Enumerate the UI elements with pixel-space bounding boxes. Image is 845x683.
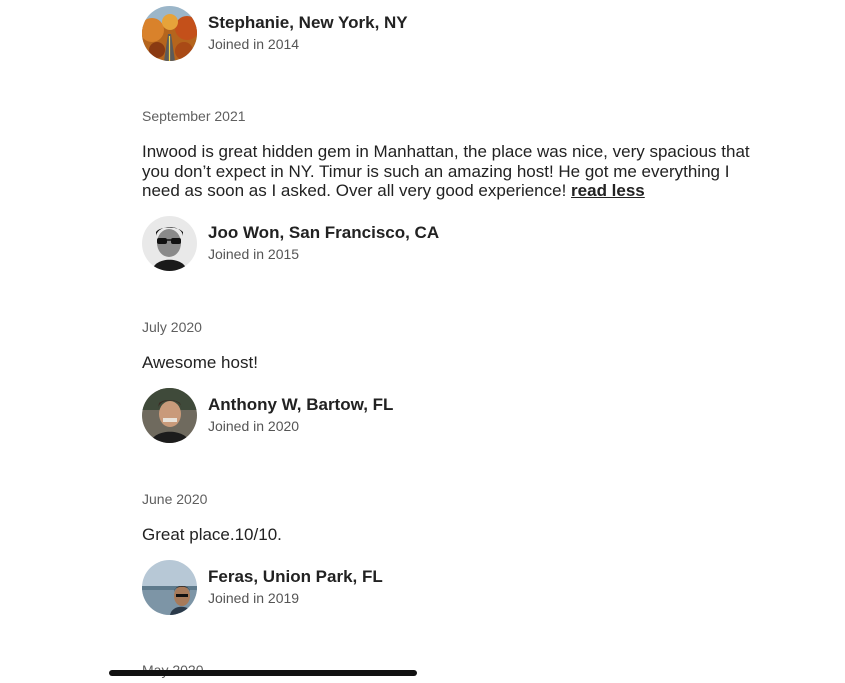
reviewer-name: Feras, Union Park, FL: [208, 567, 383, 586]
review-date: September 2021: [142, 108, 246, 124]
review-date: July 2020: [142, 319, 202, 335]
man-portrait-photo-icon: [142, 387, 197, 443]
reviewer-joined-date: Joined in 2020: [208, 418, 300, 434]
man-sunglasses-photo-icon: [142, 215, 197, 271]
home-indicator[interactable]: [109, 670, 417, 676]
reviews-page: Stephanie, New York, NY Joined in 2014 S…: [0, 0, 845, 683]
reviewer-joined-date: Joined in 2015: [208, 246, 300, 262]
review-text: Awesome host!: [142, 353, 258, 372]
review-text-content: Inwood is great hidden gem in Manhattan,…: [142, 142, 750, 200]
reviewer-feras[interactable]: Feras, Union Park, FL Joined in 2019: [142, 559, 383, 615]
man-sea-photo-icon: [142, 559, 197, 615]
reviewer-name: Joo Won, San Francisco, CA: [208, 223, 440, 242]
reviewer-name: Stephanie, New York, NY: [208, 13, 408, 32]
reviewer-name: Anthony W, Bartow, FL: [208, 395, 394, 414]
review-text: Great place.10/10.: [142, 525, 282, 544]
review-date: June 2020: [142, 491, 208, 507]
review-text: Inwood is great hidden gem in Manhattan,…: [142, 142, 752, 201]
autumn-road-photo-icon: [142, 5, 197, 61]
read-less-link[interactable]: read less: [571, 181, 645, 200]
reviewer-joined-date: Joined in 2014: [208, 36, 300, 52]
reviewer-joined-date: Joined in 2019: [208, 590, 300, 606]
reviewer-anthony[interactable]: Anthony W, Bartow, FL Joined in 2020: [142, 387, 393, 443]
reviewer-stephanie[interactable]: Stephanie, New York, NY Joined in 2014: [142, 5, 408, 61]
reviewer-joo-won[interactable]: Joo Won, San Francisco, CA Joined in 201…: [142, 215, 439, 271]
